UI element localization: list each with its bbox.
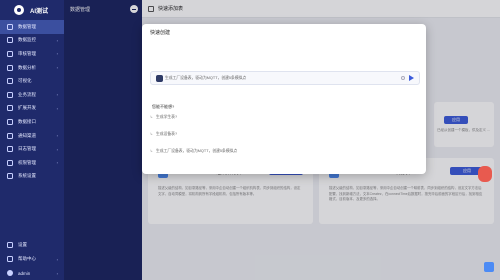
- sidebar-item-label: 日志管理: [18, 146, 36, 152]
- sidebar-footer: 设置 帮助中心 › admin ›: [0, 238, 64, 280]
- sidebar-item-system[interactable]: 系统设置: [0, 170, 64, 184]
- logo-icon: [14, 5, 24, 15]
- app-title: AI测试: [30, 8, 49, 15]
- sidebar-item-settings[interactable]: 设置: [0, 238, 64, 252]
- sidebar-item-label: 通知渠道: [18, 132, 36, 138]
- help-icon: [7, 256, 13, 262]
- sidebar-item-api[interactable]: 数据接口: [0, 115, 64, 129]
- review-icon: [7, 50, 13, 57]
- corner-arrow-icon: ↳: [150, 115, 153, 119]
- log-icon: [7, 146, 13, 153]
- sidebar-item-label: 权限管理: [18, 159, 36, 165]
- primary-sidebar: AI测试 数据管理 数据监控 › 审核管理 › 数据分析 › 可视化 业务流程 › 扩展…: [0, 0, 64, 280]
- sidebar-nav: 数据管理 数据监控 › 审核管理 › 数据分析 › 可视化 业务流程 › 扩展开发 › 数…: [0, 20, 64, 183]
- app-logo[interactable]: AI测试: [0, 0, 64, 20]
- clear-icon[interactable]: [401, 76, 405, 80]
- chevron-right-icon: ›: [56, 105, 58, 111]
- suggestion-heading: 您能不能想?: [152, 104, 175, 109]
- send-icon[interactable]: [409, 75, 414, 81]
- lock-icon: [7, 159, 13, 166]
- chevron-right-icon: ›: [56, 37, 58, 43]
- bell-icon: [7, 132, 13, 139]
- sidebar-item-label: 审核管理: [18, 50, 36, 56]
- chevron-right-icon: ›: [56, 133, 58, 139]
- chevron-right-icon: ›: [56, 160, 58, 166]
- visual-icon: [7, 78, 13, 85]
- monitor-icon: [7, 37, 13, 44]
- username: admin: [18, 270, 31, 276]
- corner-arrow-icon: ↳: [150, 132, 153, 136]
- prompt-input-value: 生成工厂设备表，驱动为MQTT，创建5条模拟点: [165, 75, 247, 80]
- sidebar-item-workflow[interactable]: 业务流程 ›: [0, 88, 64, 102]
- robot-icon: [156, 75, 163, 82]
- sidebar-item-label: 帮助中心: [18, 256, 36, 261]
- chevron-right-icon: ›: [56, 65, 58, 71]
- chevron-right-icon: ›: [56, 51, 58, 57]
- sidebar-item-help[interactable]: 帮助中心 ›: [0, 252, 64, 266]
- api-icon: [7, 118, 13, 125]
- sidebar-item-label: 数据分析: [18, 64, 36, 70]
- quick-create-dialog: 快速创建 生成工厂设备表，驱动为MQTT，创建5条模拟点 您能不能想? ↳ 生成…: [142, 24, 426, 174]
- sidebar-item-permissions[interactable]: 权限管理 ›: [0, 156, 64, 170]
- sidebar-item-data-management[interactable]: 数据管理: [0, 20, 64, 34]
- suggestion-item[interactable]: 生成学生表?: [156, 115, 177, 120]
- dialog-title: 快速创建: [150, 30, 171, 36]
- gear-icon: [7, 173, 13, 180]
- sidebar-item-extension[interactable]: 扩展开发 ›: [0, 102, 64, 116]
- sidebar-item-label: 数据接口: [18, 118, 36, 124]
- sidebar-item-label: 数据管理: [18, 23, 36, 29]
- sidebar-item-logs[interactable]: 日志管理 ›: [0, 142, 64, 156]
- sidebar-item-visualization[interactable]: 可视化: [0, 74, 64, 88]
- sidebar-item-data-monitoring[interactable]: 数据监控 ›: [0, 34, 64, 48]
- assistant-mascot-icon[interactable]: [478, 166, 492, 182]
- input-actions: [401, 75, 414, 81]
- sidebar-item-notify[interactable]: 通知渠道 ›: [0, 129, 64, 143]
- sidebar-item-review[interactable]: 审核管理 ›: [0, 47, 64, 61]
- chevron-right-icon: ›: [56, 92, 58, 98]
- avatar: [7, 270, 13, 276]
- chevron-right-icon: ›: [56, 146, 58, 152]
- sidebar-item-analysis[interactable]: 数据分析 ›: [0, 61, 64, 75]
- database-icon: [7, 23, 13, 30]
- corner-arrow-icon: ↳: [150, 149, 153, 153]
- settings-icon: [7, 242, 13, 248]
- user-menu[interactable]: admin ›: [0, 266, 64, 280]
- prompt-input[interactable]: 生成工厂设备表，驱动为MQTT，创建5条模拟点: [150, 71, 420, 85]
- puzzle-icon: [7, 105, 13, 112]
- sidebar-item-label: 业务流程: [18, 91, 36, 97]
- sidebar-item-label: 扩展开发: [18, 105, 36, 111]
- chart-icon: [7, 64, 13, 71]
- sidebar-item-label: 系统设置: [18, 173, 36, 179]
- sidebar-item-label: 数据监控: [18, 37, 36, 43]
- chevron-right-icon: ›: [56, 270, 58, 276]
- workflow-icon: [7, 91, 13, 98]
- suggestion-item[interactable]: 生成设备表?: [156, 132, 177, 137]
- sidebar-item-label: 设置: [18, 242, 27, 247]
- suggestion-item[interactable]: 生成工厂设备表，驱动为MQTT，创建5条模拟点: [156, 149, 237, 154]
- floating-action-icon[interactable]: [484, 262, 494, 272]
- sidebar-item-label: 可视化: [18, 78, 32, 84]
- chevron-right-icon: ›: [56, 256, 58, 262]
